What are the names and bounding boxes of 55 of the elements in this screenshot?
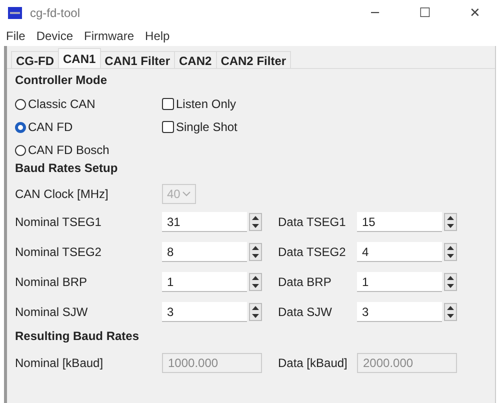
field-label: Nominal TSEG1	[15, 215, 102, 229]
spinner-buttons[interactable]	[444, 243, 457, 261]
spinner-buttons[interactable]	[444, 303, 457, 321]
tab[interactable]: CAN2	[174, 51, 217, 68]
field-label: Nominal BRP	[15, 275, 88, 289]
number-field[interactable]: 1	[162, 272, 247, 292]
field-label: Data TSEG1	[277, 215, 347, 229]
radio-button[interactable]	[15, 144, 26, 156]
menu-item[interactable]: Help	[145, 29, 170, 43]
radio-button[interactable]	[15, 122, 26, 132]
radio-label: Classic CAN	[28, 97, 96, 111]
radio-label: CAN FD	[28, 120, 73, 134]
tab[interactable]: CAN1 Filter	[100, 51, 176, 68]
number-field[interactable]: 1	[357, 272, 442, 292]
section-heading: Resulting Baud Rates	[15, 329, 140, 345]
menu-item[interactable]: Device	[36, 29, 74, 43]
number-field[interactable]: 3	[162, 302, 247, 322]
spinner-buttons[interactable]	[444, 213, 457, 231]
checkbox-label: Single Shot	[176, 120, 238, 134]
window-title: cg-fd-tool	[30, 6, 80, 20]
radio-button[interactable]	[15, 98, 26, 110]
checkbox[interactable]	[162, 98, 174, 110]
spinner-buttons[interactable]	[249, 303, 262, 321]
field-label: Nominal SJW	[15, 305, 89, 319]
tab[interactable]: CAN2 Filter	[216, 51, 292, 68]
tab[interactable]: CG-FD	[11, 51, 59, 68]
field-label: Nominal [kBaud]	[15, 356, 104, 370]
checkbox-label: Listen Only	[176, 97, 236, 111]
section-heading: Controller Mode	[15, 73, 108, 89]
menu-item[interactable]: Firmware	[84, 29, 134, 43]
spinner-buttons[interactable]	[249, 243, 262, 261]
number-field[interactable]: 15	[357, 212, 442, 232]
maximize-button[interactable]: ☐	[400, 0, 450, 26]
radio-label: CAN FD Bosch	[28, 143, 110, 157]
number-field[interactable]: 31	[162, 212, 247, 232]
field-label: Data BRP	[277, 275, 332, 289]
spinner-buttons[interactable]	[444, 273, 457, 291]
section-heading: Baud Rates Setup	[15, 161, 119, 177]
field-label: CAN Clock [MHz]	[15, 187, 110, 201]
field-label: Data SJW	[277, 305, 334, 319]
close-button[interactable]: ✕	[450, 0, 500, 26]
chevron-down-icon	[182, 191, 191, 197]
tab[interactable]: CAN1	[58, 48, 101, 68]
checkbox[interactable]	[162, 121, 174, 133]
field-label: Data [kBaud]	[277, 356, 348, 370]
number-field[interactable]: 4	[357, 242, 442, 262]
spinner-buttons[interactable]	[249, 213, 262, 231]
field-label: Nominal TSEG2	[15, 245, 102, 259]
spinner-buttons[interactable]	[249, 273, 262, 291]
number-field[interactable]: 3	[357, 302, 442, 322]
number-field[interactable]: 8	[162, 242, 247, 262]
minimize-button[interactable]: ─	[350, 0, 400, 26]
field-label: Data TSEG2	[277, 245, 347, 259]
menu-item[interactable]: File	[6, 29, 26, 43]
app-logo-icon	[8, 7, 22, 19]
